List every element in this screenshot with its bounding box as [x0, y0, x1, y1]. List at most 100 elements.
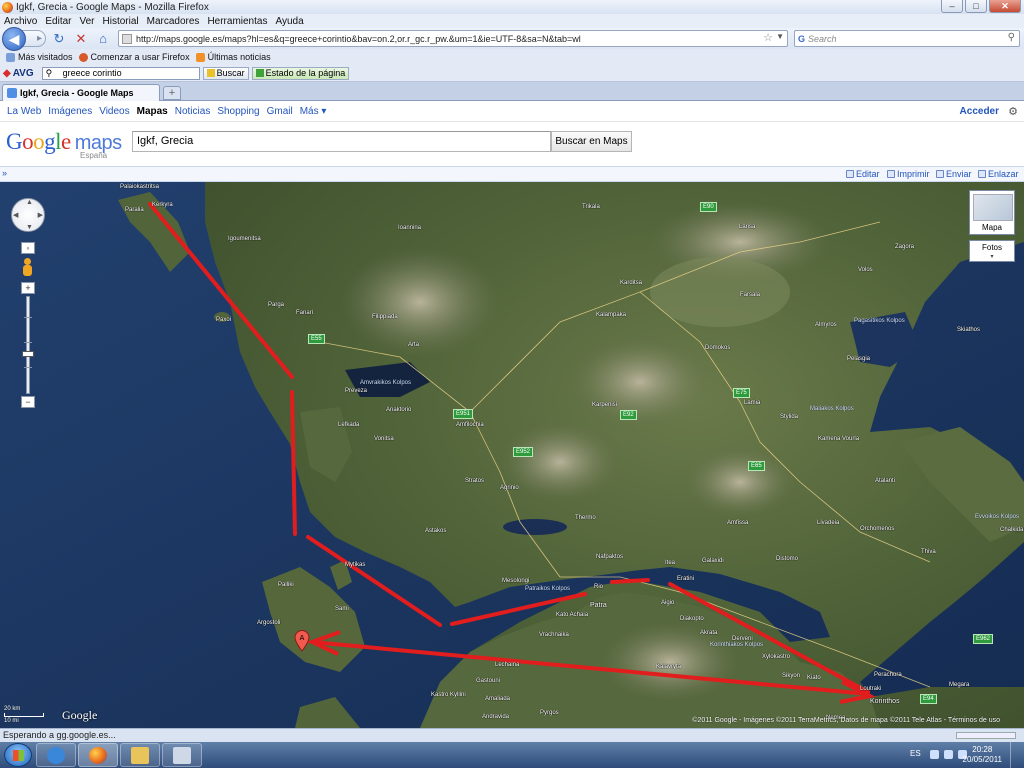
gbar-images[interactable]: Imágenes: [48, 106, 92, 117]
map-label: Amfissa: [727, 520, 749, 526]
maps-search-input[interactable]: Igkf, Grecia: [132, 131, 551, 152]
map-type-button[interactable]: Mapa: [969, 190, 1015, 235]
maps-header: Google maps España Igkf, Grecia Buscar en…: [0, 122, 1024, 166]
link-link[interactable]: Enlazar: [978, 169, 1019, 179]
map-label: Sami: [335, 606, 349, 612]
map-label: Nafpaktos: [596, 554, 624, 560]
taskbar-explorer[interactable]: [120, 743, 160, 767]
search-placeholder: Search: [808, 33, 837, 44]
menu-ayuda[interactable]: Ayuda: [271, 16, 307, 27]
map-label: Aigio: [661, 600, 675, 606]
map-label: Mesolongi: [502, 578, 530, 584]
map-label: Arta: [408, 342, 420, 348]
pan-control[interactable]: ▲ ▼ ◀ ▶: [11, 198, 45, 232]
avg-logo[interactable]: ◆ AVG: [3, 68, 34, 79]
bookmark-latest-news[interactable]: Últimas noticias: [195, 52, 271, 62]
zoom-slider[interactable]: [22, 296, 34, 394]
start-button[interactable]: [4, 743, 32, 767]
map-label: Volos: [858, 267, 873, 273]
collapse-panel-button[interactable]: »: [2, 168, 7, 178]
zoom-slider-handle[interactable]: [22, 351, 34, 357]
menu-marcadores[interactable]: Marcadores: [143, 16, 204, 27]
minimize-button[interactable]: –: [941, 0, 963, 13]
pan-right-icon[interactable]: ▶: [38, 211, 43, 219]
map-copyright: ©2011 Google - Imágenes ©2011 TerraMetri…: [692, 717, 1000, 724]
reload-icon[interactable]: ↻: [50, 30, 68, 48]
gear-icon[interactable]: ⚙: [1008, 105, 1018, 118]
reset-view-button[interactable]: ◦: [21, 242, 35, 254]
map-label: Argostoli: [257, 620, 281, 626]
pan-left-icon[interactable]: ◀: [13, 211, 18, 219]
map-label: Patra: [590, 602, 607, 609]
print-link[interactable]: Imprimir: [887, 169, 930, 179]
menu-ver[interactable]: Ver: [75, 16, 98, 27]
street-view-pegman-icon[interactable]: [21, 258, 35, 278]
new-tab-button[interactable]: +: [163, 86, 181, 100]
gbar-web[interactable]: La Web: [7, 106, 41, 117]
avg-page-status-button[interactable]: Estado de la página: [251, 66, 350, 80]
taskbar-firefox[interactable]: [78, 743, 118, 767]
edit-link[interactable]: Editar: [846, 169, 880, 179]
gbar-shopping[interactable]: Shopping: [217, 106, 259, 117]
zoom-in-button[interactable]: +: [21, 282, 35, 294]
taskbar-app[interactable]: [162, 743, 202, 767]
maps-search-button[interactable]: Buscar en Maps: [551, 131, 632, 152]
url-dropdown-icon[interactable]: ▼: [776, 32, 784, 41]
bookmark-star-icon[interactable]: ☆: [763, 31, 773, 44]
back-button[interactable]: ◀: [2, 26, 26, 51]
tray-icon[interactable]: [930, 750, 939, 759]
avg-search-icon: [206, 69, 215, 77]
signin-link[interactable]: Acceder: [960, 106, 999, 117]
gbar-more[interactable]: Más ▾: [300, 106, 327, 117]
map-label: Kato Achaia: [556, 612, 589, 618]
pan-up-icon[interactable]: ▲: [26, 199, 33, 206]
tab-google-maps[interactable]: Igkf, Grecia - Google Maps: [2, 84, 160, 101]
window-title: Igkf, Grecia - Google Maps - Mozilla Fir…: [16, 1, 209, 13]
search-icon[interactable]: ⚲: [1008, 32, 1015, 43]
taskbar-ie[interactable]: [36, 743, 76, 767]
avg-search-button[interactable]: Buscar: [202, 66, 249, 80]
gbar-maps[interactable]: Mapas: [137, 106, 168, 117]
map-label: Stratos: [465, 478, 485, 484]
browser-search-box[interactable]: G Search ⚲: [794, 30, 1020, 47]
show-desktop-button[interactable]: [1010, 742, 1024, 768]
gbar-gmail[interactable]: Gmail: [267, 106, 293, 117]
menu-editar[interactable]: Editar: [41, 16, 75, 27]
search-engine-icon[interactable]: G: [798, 34, 805, 44]
gulf-label: Patraikos Kolpos: [525, 586, 571, 592]
menu-historial[interactable]: Historial: [99, 16, 143, 27]
maximize-button[interactable]: □: [965, 0, 987, 13]
home-icon[interactable]: ⌂: [94, 30, 112, 48]
gbar-videos[interactable]: Videos: [99, 106, 129, 117]
edit-icon: [846, 170, 854, 178]
map-label: Loutraki: [860, 686, 882, 692]
map-label: Paralia: [125, 207, 144, 213]
language-indicator[interactable]: ES: [910, 749, 921, 758]
network-icon[interactable]: [944, 750, 953, 759]
bookmark-getting-started[interactable]: Comenzar a usar Firefox: [78, 52, 190, 62]
map-label: Karpenisi: [592, 402, 618, 408]
menu-herramientas[interactable]: Herramientas: [203, 16, 271, 27]
close-window-button[interactable]: ✕: [989, 0, 1021, 13]
clock[interactable]: 20:28 20/05/2011: [963, 745, 1002, 765]
pan-down-icon[interactable]: ▼: [26, 224, 33, 231]
zoom-out-button[interactable]: −: [21, 396, 35, 408]
map-canvas[interactable]: Palaiokastritsa Kerkyra Paralia Igoumeni…: [0, 182, 1024, 728]
map-label: Pyrgos: [540, 710, 559, 716]
check-icon: [255, 69, 264, 77]
map-label: Kalavryta: [656, 664, 682, 670]
menu-archivo[interactable]: Archivo: [0, 16, 41, 27]
gbar-news[interactable]: Noticias: [175, 106, 211, 117]
avg-logo-icon: ◆: [3, 67, 11, 79]
mail-icon: [936, 170, 944, 178]
location-marker-icon[interactable]: A: [294, 630, 310, 652]
map-label: Kamena Vourla: [818, 436, 860, 442]
url-bar[interactable]: http://maps.google.es/maps?hl=es&q=greec…: [118, 30, 788, 47]
bookmark-most-visited[interactable]: Más visitados: [6, 52, 73, 62]
highway-shield: E951: [453, 409, 474, 419]
avg-search-input[interactable]: ⚲ greece corintio: [41, 66, 200, 80]
map-label: Kastro Kyllini: [431, 692, 466, 698]
stop-icon[interactable]: ✕: [72, 30, 90, 48]
photos-layer-button[interactable]: Fotos ▾: [969, 240, 1015, 262]
send-link[interactable]: Enviar: [936, 169, 972, 179]
